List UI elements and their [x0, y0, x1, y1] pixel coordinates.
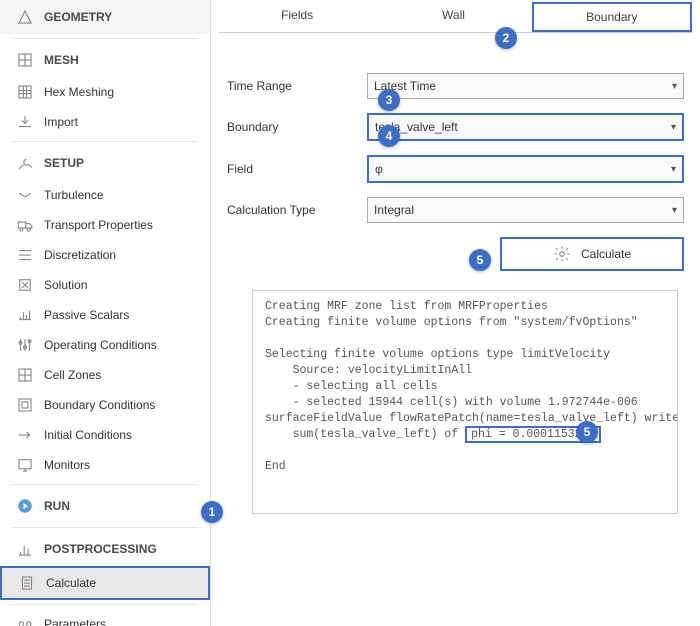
truck-icon [16, 216, 34, 234]
divider [12, 527, 198, 528]
divider [12, 141, 198, 142]
item-monitors[interactable]: Monitors [0, 450, 210, 480]
item-parameters[interactable]: Parameters [0, 609, 210, 626]
label: Parameters [44, 617, 106, 626]
log-line: Selecting finite volume options type lim… [265, 348, 610, 361]
solution-icon [16, 276, 34, 294]
chevron-down-icon: ▾ [671, 164, 676, 175]
import-icon [16, 113, 34, 131]
params-icon [16, 615, 34, 626]
label: Discretization [44, 248, 116, 262]
label: Solution [44, 278, 87, 292]
shape-icon [16, 8, 34, 26]
divider [12, 38, 198, 39]
section-mesh[interactable]: MESH [0, 43, 210, 77]
log-line: surfaceFieldValue flowRatePatch(name=tes… [265, 412, 678, 425]
log-line: sum(tesla_valve_left) of [265, 428, 465, 441]
scalars-icon [16, 306, 34, 324]
label: Passive Scalars [44, 308, 129, 322]
item-import[interactable]: Import [0, 107, 210, 137]
label-calc-type: Calculation Type [227, 203, 367, 217]
chart-icon [16, 540, 34, 558]
label: Turbulence [44, 188, 104, 202]
label-boundary: Boundary [227, 120, 367, 134]
label: Calculate [46, 576, 96, 590]
callout-4: 4 [378, 125, 400, 147]
label: POSTPROCESSING [44, 542, 157, 556]
select-time-range[interactable]: Latest Time ▾ [367, 73, 684, 99]
section-geometry[interactable]: GEOMETRY [0, 0, 210, 34]
calculate-button[interactable]: Calculate [500, 237, 684, 271]
chevron-down-icon: ▾ [672, 81, 677, 92]
output-log: Creating MRF zone list from MRFPropertie… [252, 290, 678, 514]
select-boundary[interactable]: tesla_valve_left ▾ [367, 113, 684, 141]
item-boundary-conditions[interactable]: Boundary Conditions [0, 390, 210, 420]
log-line: Creating finite volume options from "sys… [265, 316, 638, 329]
wrench-icon [16, 154, 34, 172]
turbulence-icon [16, 186, 34, 204]
label: SETUP [44, 156, 84, 170]
label: Operating Conditions [44, 338, 157, 352]
item-solution[interactable]: Solution [0, 270, 210, 300]
tab-fields[interactable]: Fields [219, 2, 375, 32]
item-transport[interactable]: Transport Properties [0, 210, 210, 240]
label: MESH [44, 53, 79, 67]
section-run[interactable]: RUN [0, 489, 210, 523]
label: Initial Conditions [44, 428, 132, 442]
log-line: - selecting all cells [265, 380, 438, 393]
chevron-down-icon: ▾ [672, 205, 677, 216]
item-hex-meshing[interactable]: Hex Meshing [0, 77, 210, 107]
label: Boundary Conditions [44, 398, 155, 412]
item-discretization[interactable]: Discretization [0, 240, 210, 270]
item-operating-conditions[interactable]: Operating Conditions [0, 330, 210, 360]
select-value: φ [375, 162, 383, 176]
divider [12, 484, 198, 485]
callout-1: 1 [201, 501, 223, 523]
callout-5: 5 [576, 421, 598, 443]
play-icon [16, 497, 34, 515]
label: Import [44, 115, 78, 129]
select-field[interactable]: φ ▾ [367, 155, 684, 183]
label: Monitors [44, 458, 90, 472]
label-field: Field [227, 162, 367, 176]
monitor-icon [16, 456, 34, 474]
button-label: Calculate [581, 247, 631, 261]
label: Cell Zones [44, 368, 101, 382]
boundary-icon [16, 396, 34, 414]
log-line: Creating MRF zone list from MRFPropertie… [265, 300, 548, 313]
callout-2: 2 [495, 27, 517, 49]
item-cell-zones[interactable]: Cell Zones [0, 360, 210, 390]
calculator-icon [18, 574, 36, 592]
callout-3: 3 [378, 89, 400, 111]
log-line: End [265, 460, 286, 473]
tab-boundary[interactable]: Boundary [532, 2, 692, 32]
item-turbulence[interactable]: Turbulence [0, 180, 210, 210]
chevron-down-icon: ▾ [671, 122, 676, 133]
grid-icon [16, 366, 34, 384]
gear-icon [553, 245, 571, 263]
discretization-icon [16, 246, 34, 264]
label: GEOMETRY [44, 10, 112, 24]
label-time-range: Time Range [227, 79, 367, 93]
item-passive-scalars[interactable]: Passive Scalars [0, 300, 210, 330]
log-line: Source: velocityLimitInAll [265, 364, 472, 377]
callout-5: 5 [469, 249, 491, 271]
log-line: - selected 15944 cell(s) with volume 1.9… [265, 396, 638, 409]
divider [12, 604, 198, 605]
section-postprocessing[interactable]: POSTPROCESSING [0, 532, 210, 566]
sliders-icon [16, 336, 34, 354]
label: Hex Meshing [44, 85, 114, 99]
select-value: Integral [374, 203, 414, 217]
item-calculate[interactable]: Calculate [0, 566, 210, 600]
item-initial-conditions[interactable]: Initial Conditions [0, 420, 210, 450]
mesh-icon [16, 51, 34, 69]
label: RUN [44, 499, 70, 513]
label: Transport Properties [44, 218, 153, 232]
arrow-right-icon [16, 426, 34, 444]
hex-icon [16, 83, 34, 101]
section-setup[interactable]: SETUP [0, 146, 210, 180]
select-calc-type[interactable]: Integral ▾ [367, 197, 684, 223]
